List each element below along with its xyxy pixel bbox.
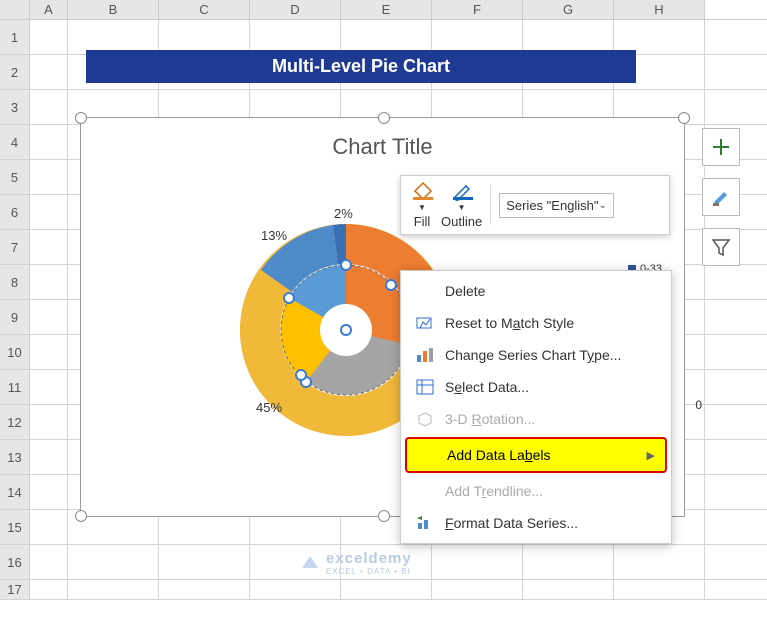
row-header[interactable]: 5 [0,160,30,194]
submenu-arrow-icon: ▶ [647,449,655,462]
column-headers: A B C D E F G H [0,0,767,20]
series-dropdown-label: Series "English" [506,198,598,213]
row-header[interactable]: 6 [0,195,30,229]
row-header[interactable]: 8 [0,265,30,299]
ctx-add-data-labels[interactable]: Add Data Labels ▶ [405,437,667,473]
chevron-down-icon: ⌄ [599,200,607,211]
chevron-down-icon: ▼ [418,203,426,212]
chart-filters-button[interactable] [702,228,740,266]
blank-icon [417,446,437,464]
blank-icon [415,282,435,300]
ctx-reset[interactable]: Reset to Match Style [401,307,671,339]
ctx-label: Select Data... [445,379,529,395]
outline-label: Outline [441,214,482,229]
data-label-45: 45% [256,400,282,415]
chart-elements-button[interactable] [702,128,740,166]
ctx-label: Add Data Labels [447,447,551,463]
row-header[interactable]: 10 [0,335,30,369]
cube-icon [415,410,435,428]
selection-handle[interactable] [75,112,87,124]
ctx-label: Add Trendline... [445,483,543,499]
paint-bucket-icon [411,181,433,201]
row-header[interactable]: 7 [0,230,30,264]
selection-handle[interactable] [378,510,390,522]
ctx-label: Delete [445,283,485,299]
row-header[interactable]: 16 [0,545,30,579]
row-header[interactable]: 9 [0,300,30,334]
col-header-C[interactable]: C [159,0,250,19]
col-header-H[interactable]: H [614,0,705,19]
data-label-13: 13% [261,228,287,243]
row-header[interactable]: 2 [0,55,30,89]
pen-outline-icon [451,181,473,201]
chart-side-buttons [702,128,740,266]
ctx-label: Change Series Chart Type... [445,347,621,363]
col-header-B[interactable]: B [68,0,159,19]
funnel-icon [711,237,731,257]
mini-toolbar: ▼ Fill ▼ Outline Series "English" ⌄ [400,175,670,235]
selection-handle[interactable] [678,112,690,124]
data-label-2: 2% [334,206,353,221]
separator [490,185,491,225]
selection-handle[interactable] [378,112,390,124]
page-title: Multi-Level Pie Chart [86,50,636,83]
row-header[interactable]: 3 [0,90,30,124]
ctx-label: 3-D Rotation... [445,411,535,427]
chart-title[interactable]: Chart Title [81,134,684,160]
series-dropdown[interactable]: Series "English" ⌄ [499,193,614,218]
axis-label-stub: 0 [695,398,702,412]
row-header[interactable]: 4 [0,125,30,159]
col-header-A[interactable]: A [30,0,68,19]
col-header-F[interactable]: F [432,0,523,19]
ctx-select-data[interactable]: Select Data... [401,371,671,403]
col-header-D[interactable]: D [250,0,341,19]
context-menu: Delete Reset to Match Style Change Serie… [400,270,672,544]
chart-styles-button[interactable] [702,178,740,216]
row-header[interactable]: 11 [0,370,30,404]
row-header[interactable]: 13 [0,440,30,474]
ctx-format-series[interactable]: Format Data Series... [401,507,671,539]
format-series-icon [415,514,435,532]
row-header[interactable]: 17 [0,580,30,599]
blank-icon [415,482,435,500]
outline-button[interactable]: ▼ Outline [441,181,482,229]
ctx-add-trendline: Add Trendline... [401,475,671,507]
selectall-corner[interactable] [0,0,30,19]
selection-handle[interactable] [75,510,87,522]
chevron-down-icon: ▼ [458,203,466,212]
ctx-label: Reset to Match Style [445,315,574,331]
fill-button[interactable]: ▼ Fill [411,181,433,229]
ctx-delete[interactable]: Delete [401,275,671,307]
row-header[interactable]: 14 [0,475,30,509]
row-header[interactable]: 15 [0,510,30,544]
select-data-icon [415,378,435,396]
ctx-label: Format Data Series... [445,515,578,531]
chart-type-icon [415,346,435,364]
brush-icon [710,186,732,208]
reset-icon [415,314,435,332]
row-header[interactable]: 1 [0,20,30,54]
fill-label: Fill [414,214,431,229]
col-header-E[interactable]: E [341,0,432,19]
ctx-3d-rotation: 3-D Rotation... [401,403,671,435]
col-header-G[interactable]: G [523,0,614,19]
plus-icon [711,137,731,157]
row-header[interactable]: 12 [0,405,30,439]
ctx-change-type[interactable]: Change Series Chart Type... [401,339,671,371]
